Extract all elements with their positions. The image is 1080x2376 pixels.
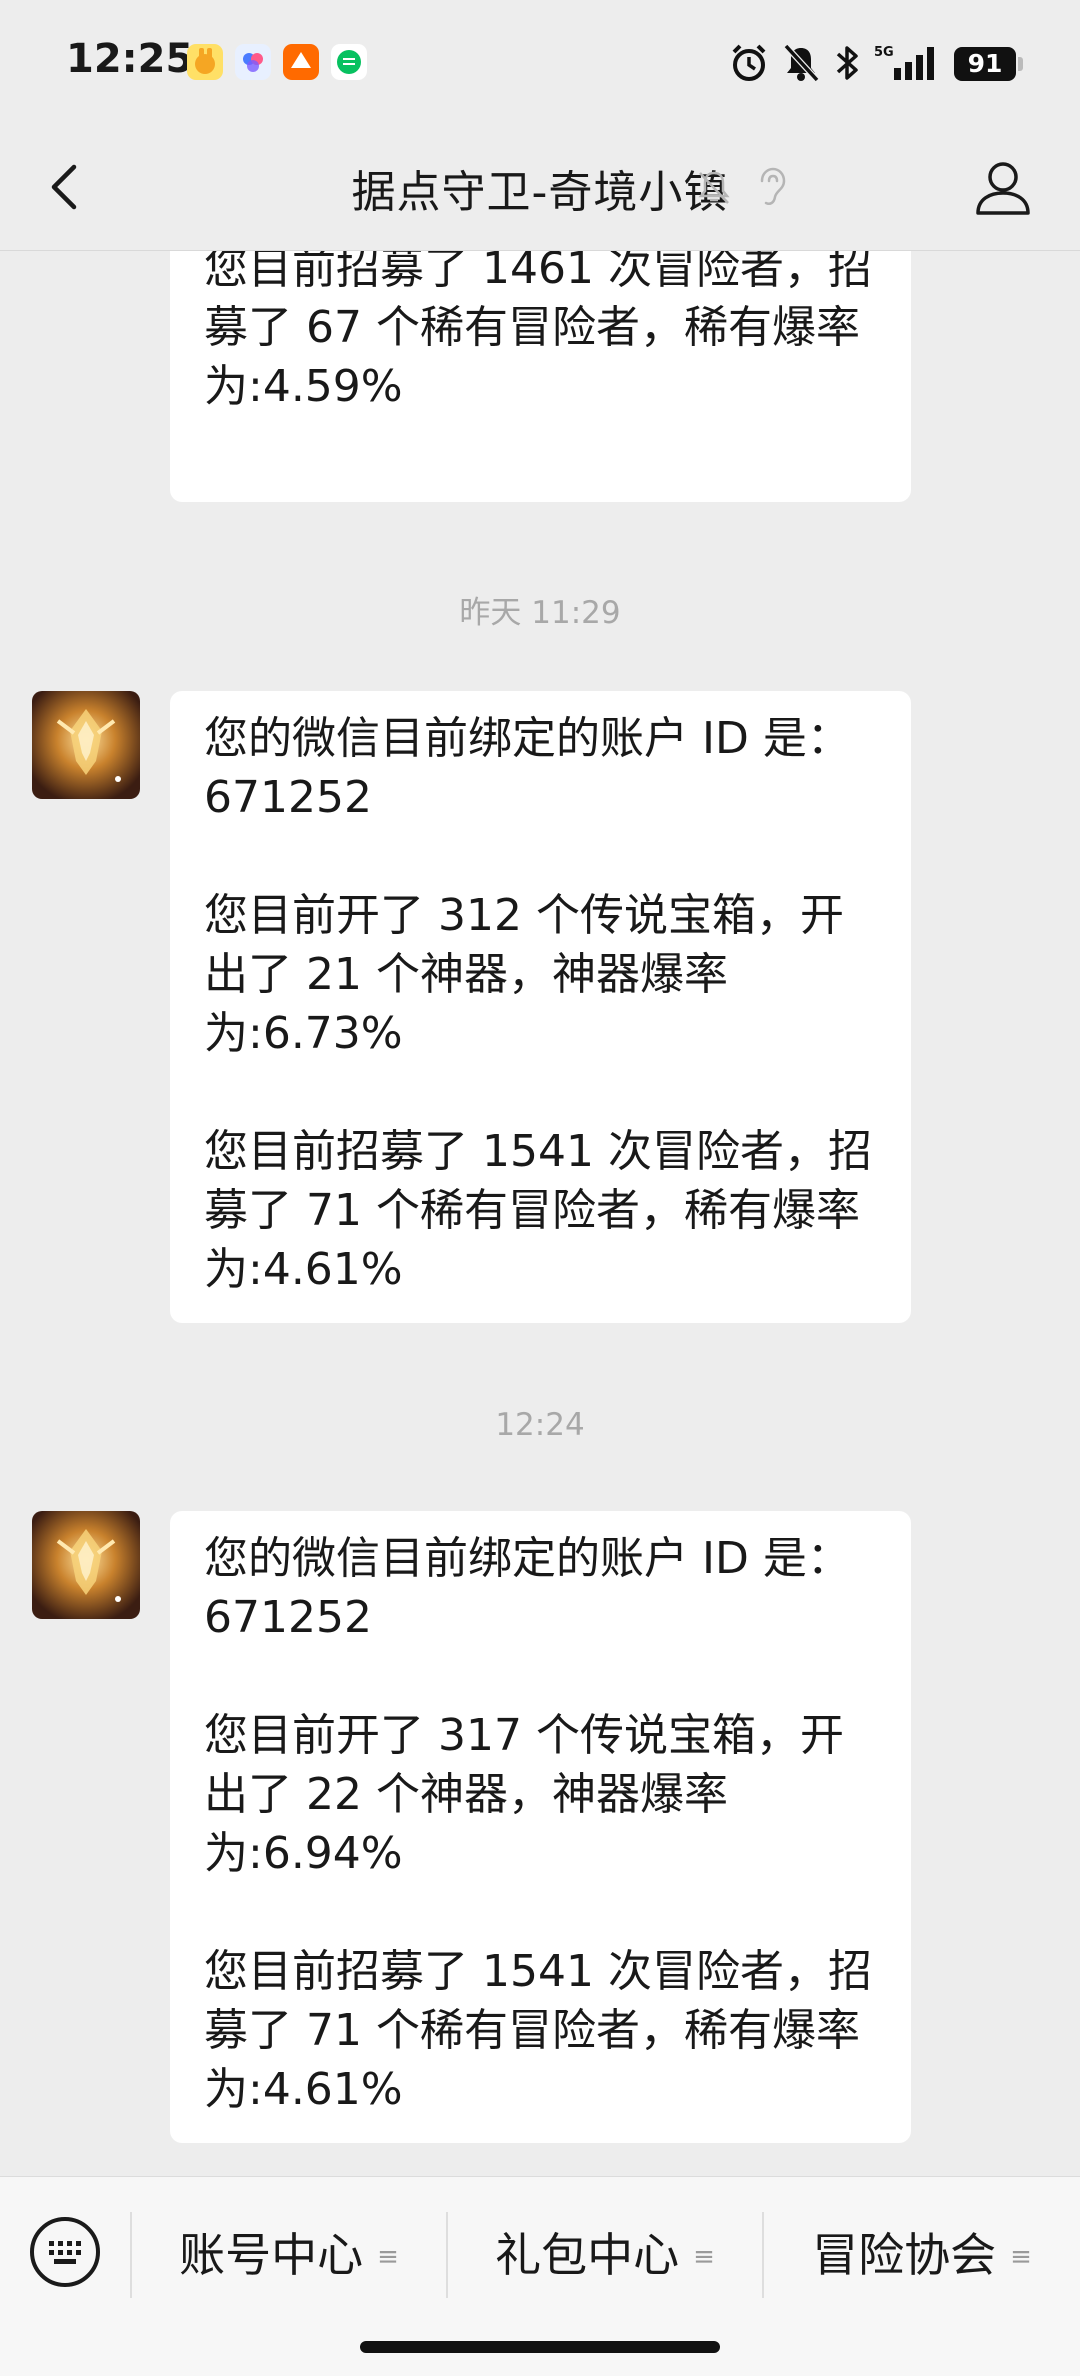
doll-app-icon [187,44,223,80]
message-text: 您目前招募了 1541 次冒险者，招募了 71 个稀有冒险者，稀有爆率为:4.6… [204,1946,872,2115]
page-title: 据点守卫-奇境小镇 [351,167,729,218]
timestamp: 12:24 [495,1407,585,1443]
chat-area[interactable]: 您目前招募了 1461 次冒险者，招募了 67 个稀有冒险者，稀有爆率为:4.5… [0,251,1080,2175]
keyboard-toggle-button[interactable] [30,2217,100,2287]
menu-item-adventure-guild[interactable]: 冒险协会 ≡ [764,2207,1080,2303]
signal-icon: 5G [872,42,942,88]
avatar[interactable] [32,691,140,799]
person-icon [976,162,1030,215]
message-text: 您的微信目前绑定的账户 ID 是：671252 [204,1533,851,1643]
menu-item-label: 账号中心 [179,2228,364,2282]
menu-item-label: 冒险协会 [812,2228,997,2282]
wechat-app-icon [331,44,367,80]
menu-lines-icon: ≡ [377,2242,399,2272]
message-text: 您目前招募了 1461 次冒险者，招募了 67 个稀有冒险者，稀有爆率为:4.5… [204,251,872,412]
network-label: 5G [874,45,894,60]
menu-item-label: 礼包中心 [495,2228,680,2282]
message-text: 您目前开了 312 个传说宝箱，开出了 21 个神器，神器爆率为:6.73% [204,890,844,1059]
nav-bar: 据点守卫-奇境小镇 [0,125,1080,251]
message-text: 您的微信目前绑定的账户 ID 是：671252 [204,713,851,823]
alarm-icon [728,42,770,88]
menu-lines-icon: ≡ [693,2242,715,2272]
home-indicator[interactable] [360,2341,720,2353]
notification-muted-icon [694,167,734,211]
status-time: 12:25 [66,36,194,82]
message-text: 您目前开了 317 个传说宝箱，开出了 22 个神器，神器爆率为:6.94% [204,1710,844,1879]
menu-item-gift-center[interactable]: 礼包中心 ≡ [448,2207,762,2303]
chevron-left-icon [51,164,77,210]
message-bubble[interactable]: 您目前招募了 1461 次冒险者，招募了 67 个稀有冒险者，稀有爆率为:4.5… [170,251,911,502]
message-bubble[interactable]: 您的微信目前绑定的账户 ID 是：671252 您目前开了 312 个传说宝箱，… [170,691,911,1323]
nav-title-wrap: 据点守卫-奇境小镇 [0,125,1080,250]
message-bubble[interactable]: 您的微信目前绑定的账户 ID 是：671252 您目前开了 317 个传说宝箱，… [170,1511,911,2143]
avatar[interactable] [32,1511,140,1619]
1688-app-icon [283,44,319,80]
status-bar: 12:25 5G 91 [0,0,1080,125]
flower-app-icon [235,44,271,80]
keyboard-icon [49,2241,81,2264]
message-text: 您目前招募了 1541 次冒险者，招募了 71 个稀有冒险者，稀有爆率为:4.6… [204,1126,872,1295]
earpiece-icon [752,165,788,213]
timestamp: 昨天 11:29 [459,595,621,631]
chat-info-button[interactable] [970,155,1036,221]
back-button[interactable] [38,155,98,219]
battery-tip [1018,57,1023,71]
menu-item-account-center[interactable]: 账号中心 ≡ [132,2207,446,2303]
bluetooth-icon [832,42,862,88]
battery-icon: 91 [954,47,1016,81]
mute-icon [780,42,822,88]
menu-lines-icon: ≡ [1010,2242,1032,2272]
